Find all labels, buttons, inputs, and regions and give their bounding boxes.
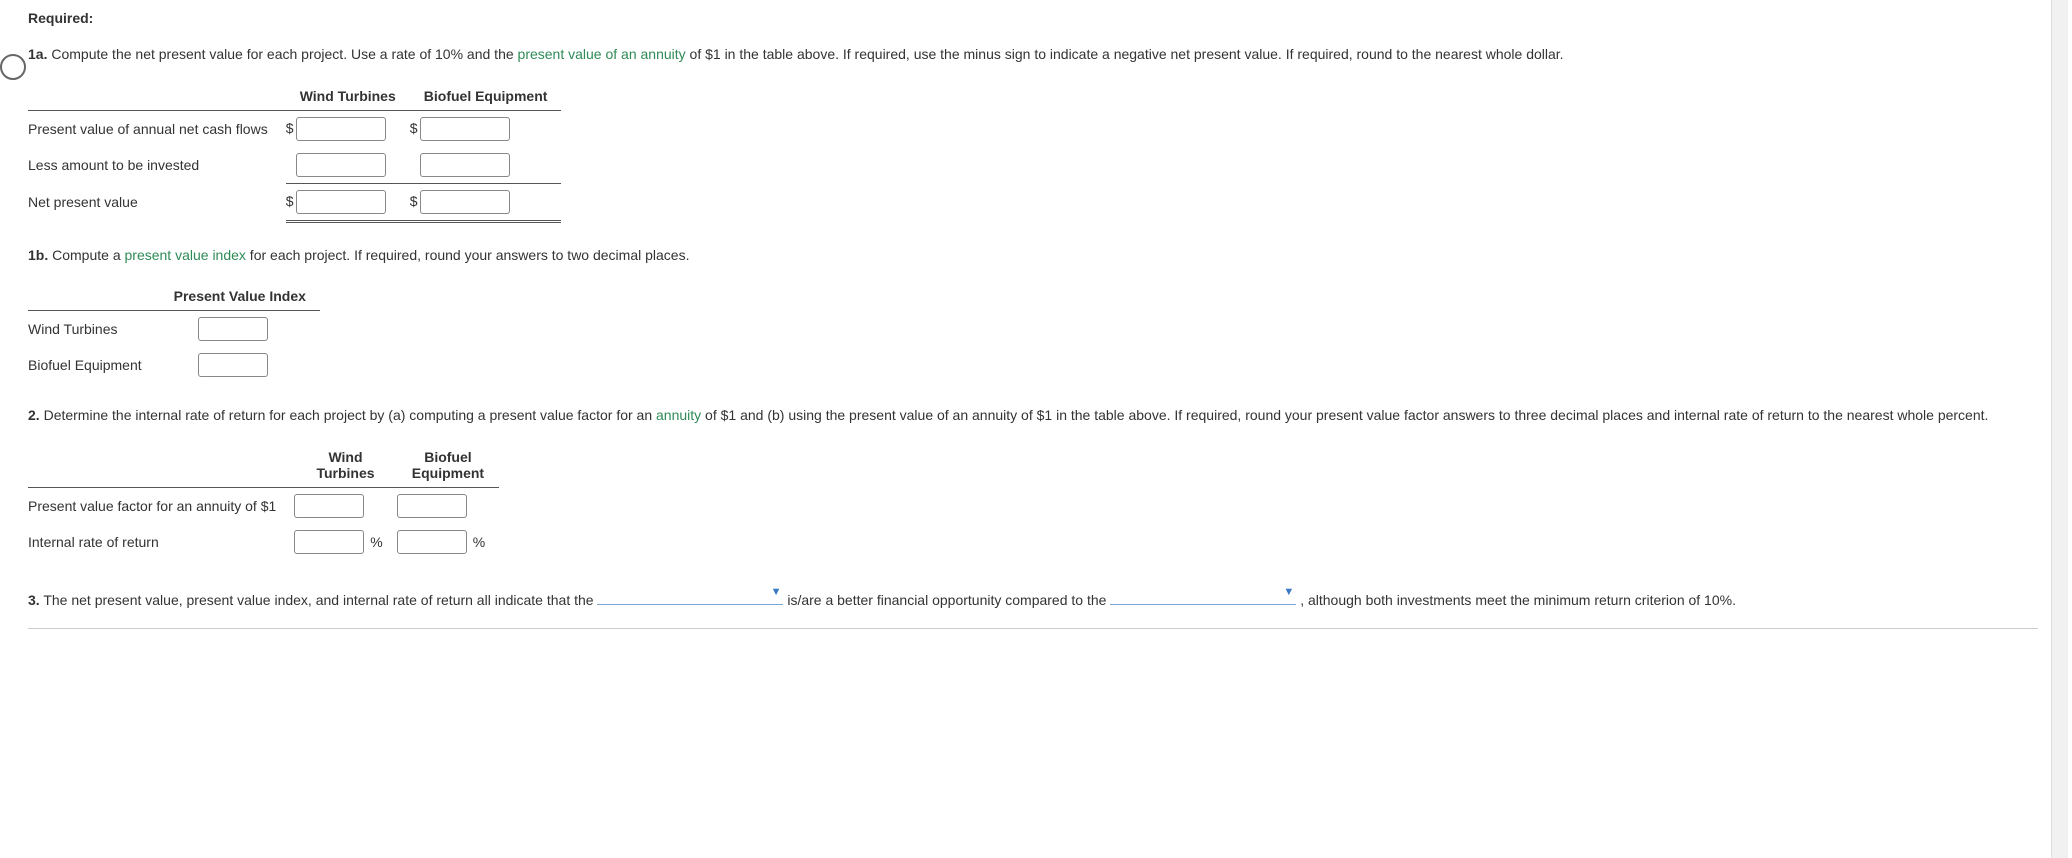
q1b-number: 1b. <box>28 247 48 263</box>
dropdown-compared-to[interactable]: ▼ <box>1110 582 1296 605</box>
table-1b: Present Value Index Wind Turbines Biofue… <box>28 282 320 383</box>
input-pvf-wind[interactable] <box>294 494 364 518</box>
footer-separator <box>28 628 2038 629</box>
q1a-text: 1a. Compute the net present value for ea… <box>28 44 2038 66</box>
input-irr-biofuel[interactable] <box>397 530 467 554</box>
q2-text: 2. Determine the internal rate of return… <box>28 405 2038 427</box>
col-pv-index: Present Value Index <box>160 282 320 311</box>
col-biofuel-equipment: Biofuel Equipment <box>410 82 562 111</box>
link-pv-index[interactable]: present value index <box>125 247 246 263</box>
required-heading: Required: <box>28 10 2038 26</box>
input-npv-biofuel[interactable] <box>420 190 510 214</box>
chevron-down-icon: ▼ <box>771 584 782 601</box>
link-annuity[interactable]: annuity <box>656 407 701 423</box>
input-irr-wind[interactable] <box>294 530 364 554</box>
row-irr: Internal rate of return <box>28 524 294 560</box>
row-pv-factor: Present value factor for an annuity of $… <box>28 488 294 525</box>
link-pv-annuity[interactable]: present value of an annuity <box>518 46 686 62</box>
input-npv-wind[interactable] <box>296 190 386 214</box>
q3-text: 3. The net present value, present value … <box>28 582 2038 612</box>
dropdown-better-opportunity[interactable]: ▼ <box>597 582 783 605</box>
table-1a: Wind Turbines Biofuel Equipment Present … <box>28 82 561 223</box>
row-less-invested: Less amount to be invested <box>28 147 286 184</box>
input-pvi-wind[interactable] <box>198 317 268 341</box>
col2-biofuel: BiofuelEquipment <box>397 443 499 488</box>
input-pvi-biofuel[interactable] <box>198 353 268 377</box>
vertical-scrollbar[interactable] <box>2051 0 2068 858</box>
row-wind-turbines: Wind Turbines <box>28 311 160 348</box>
input-less-biofuel[interactable] <box>420 153 510 177</box>
input-pv-biofuel[interactable] <box>420 117 510 141</box>
table-2: WindTurbines BiofuelEquipment Present va… <box>28 443 499 560</box>
q1b-text: 1b. Compute a present value index for ea… <box>28 245 2038 267</box>
input-less-wind[interactable] <box>296 153 386 177</box>
col2-wind: WindTurbines <box>294 443 396 488</box>
chevron-down-icon: ▼ <box>1283 584 1294 601</box>
q1a-number: 1a. <box>28 46 47 62</box>
q2-number: 2. <box>28 407 40 423</box>
input-pv-wind[interactable] <box>296 117 386 141</box>
row-pv-cash-flows: Present value of annual net cash flows <box>28 110 286 147</box>
row-npv: Net present value <box>28 183 286 221</box>
input-pvf-biofuel[interactable] <box>397 494 467 518</box>
row-biofuel-equipment: Biofuel Equipment <box>28 347 160 383</box>
col-wind-turbines: Wind Turbines <box>286 82 410 111</box>
question-bubble-icon <box>0 54 26 80</box>
q3-number: 3. <box>28 592 40 608</box>
